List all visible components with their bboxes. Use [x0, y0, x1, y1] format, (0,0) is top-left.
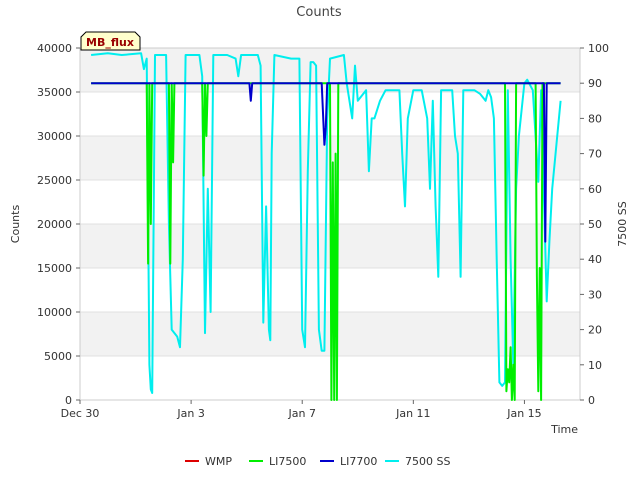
y-axis-label-right: 7500 SS	[616, 201, 629, 246]
x-tick-label: Dec 30	[61, 407, 100, 420]
counts-chart: 0 5000 10000 15000 20000 25000 30000 35000 40000…	[0, 0, 640, 480]
y-tick-label-right: 100	[588, 42, 609, 55]
y-tick-label-left: 20000	[37, 218, 72, 231]
y-tick-label-right: 10	[588, 359, 602, 372]
x-tick-label: Jan 7	[287, 407, 315, 420]
y-tick-label-right: 50	[588, 218, 602, 231]
chart-stage: 0 5000 10000 15000 20000 25000 30000 35000 40000…	[0, 0, 640, 480]
x-tick-label: Jan 15	[506, 407, 541, 420]
y-tick-label-right: 80	[588, 112, 602, 125]
y-tick-label-left: 30000	[37, 130, 72, 143]
legend-label-7500-ss: 7500 SS	[405, 455, 450, 468]
legend-label-li7500: LI7500	[269, 455, 306, 468]
chart-title: Counts	[296, 5, 342, 20]
y-tick-label-right: 40	[588, 253, 602, 266]
x-axis-label: Time	[550, 423, 578, 436]
annotation-badge: MB_flux	[80, 31, 141, 51]
y-tick-label-left: 5000	[44, 350, 72, 363]
x-tick-label: Jan 11	[395, 407, 430, 420]
y-axis-label-left: Counts	[9, 205, 22, 244]
y-tick-label-left: 35000	[37, 86, 72, 99]
y-tick-label-left: 10000	[37, 306, 72, 319]
x-tick-label: Jan 3	[176, 407, 204, 420]
y-tick-label-right: 20	[588, 324, 602, 337]
y-tick-label-left: 40000	[37, 42, 72, 55]
y-tick-label-right: 90	[588, 77, 602, 90]
annotation-badge-label: MB_flux	[86, 36, 134, 49]
y-tick-label-left: 15000	[37, 262, 72, 275]
y-tick-label-left: 0	[65, 394, 72, 407]
y-tick-label-right: 60	[588, 183, 602, 196]
y-tick-label-right: 0	[588, 394, 595, 407]
legend-label-li7700: LI7700	[340, 455, 377, 468]
legend-label-wmp: WMP	[205, 455, 232, 468]
y-tick-label-left: 25000	[37, 174, 72, 187]
y-tick-label-right: 30	[588, 288, 602, 301]
y-tick-label-right: 70	[588, 148, 602, 161]
